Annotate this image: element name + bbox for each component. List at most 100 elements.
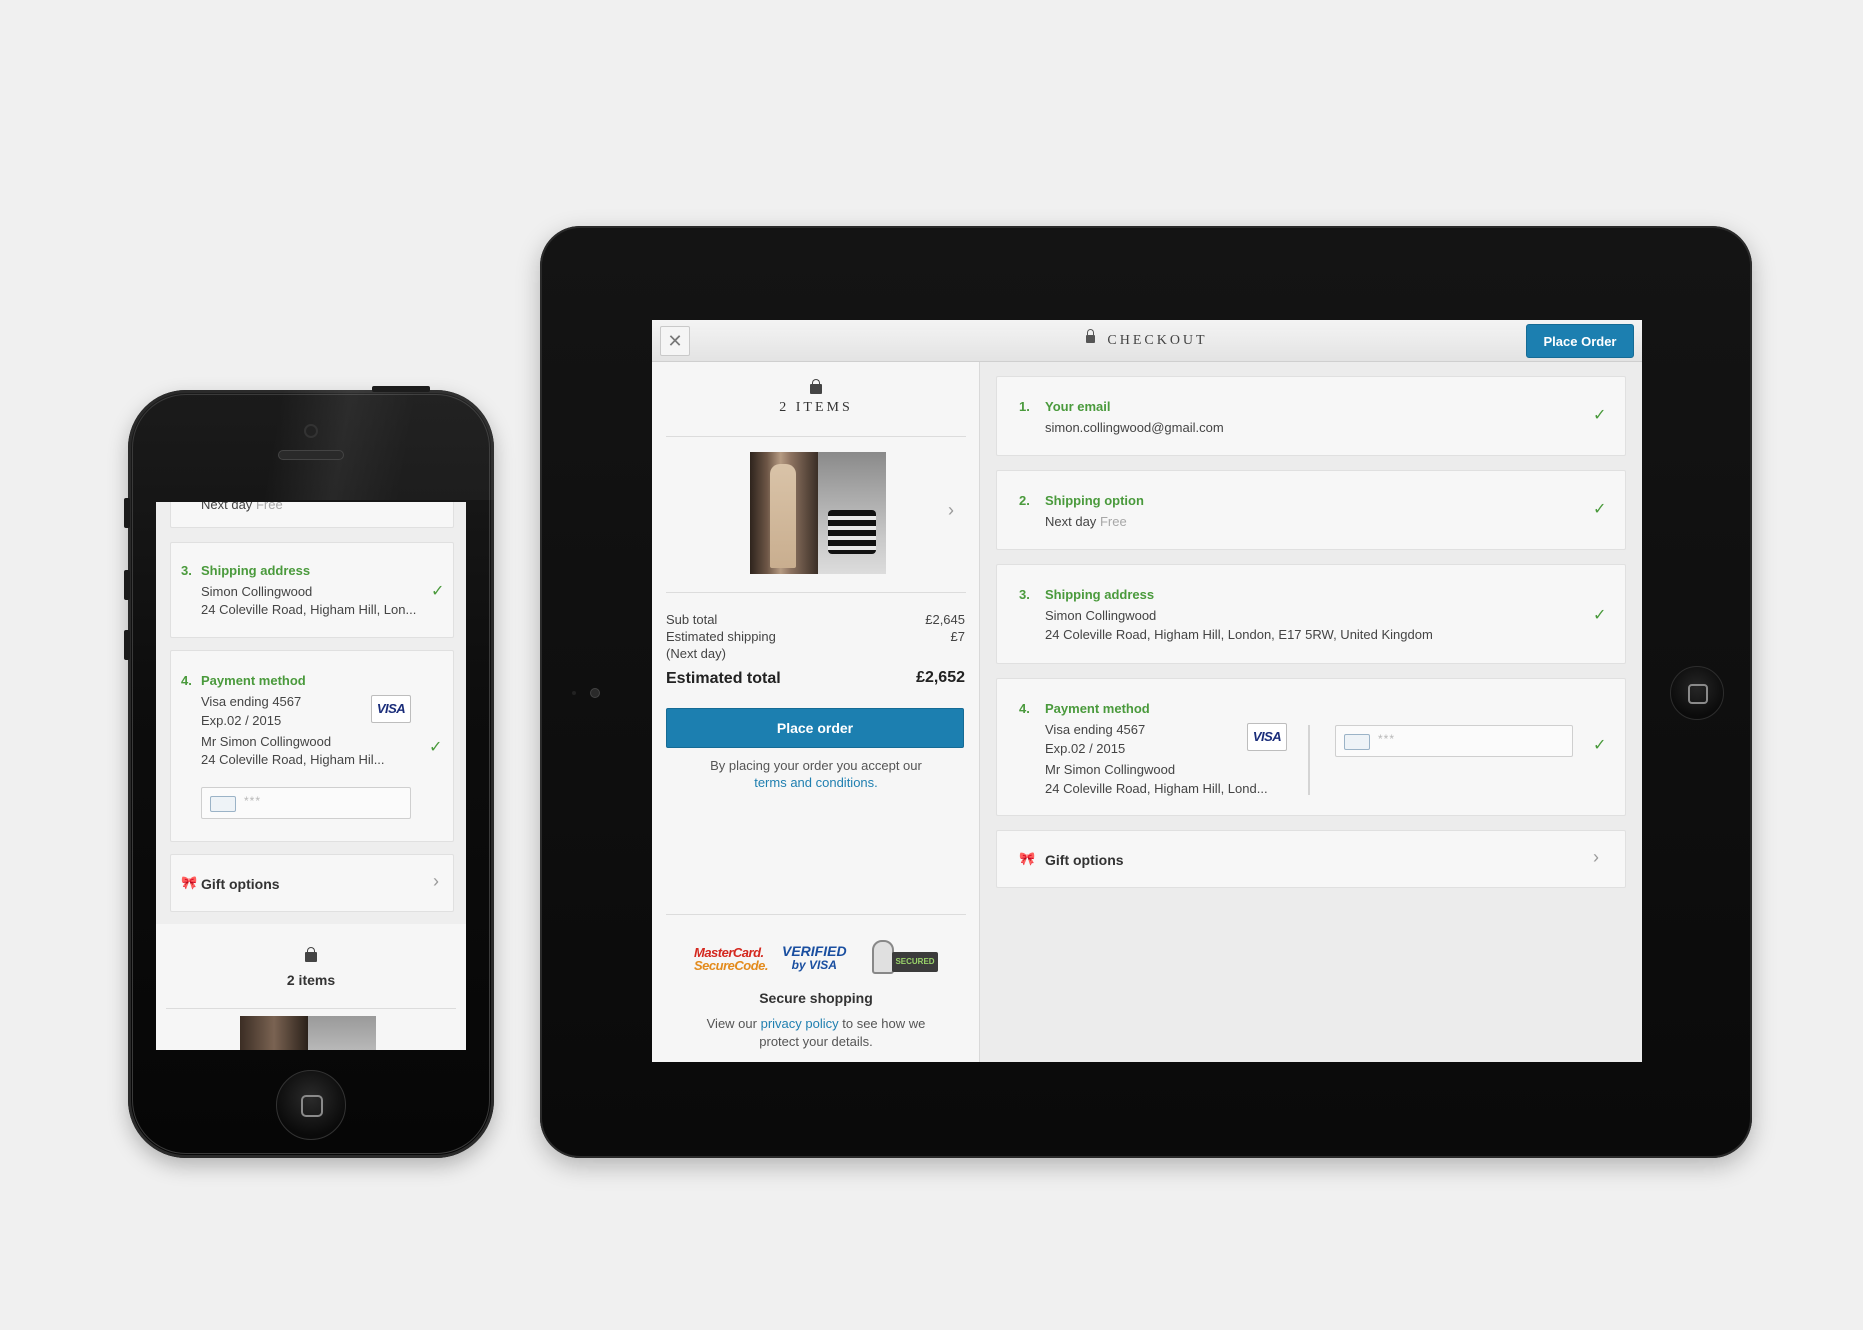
phone-volume-up <box>124 570 130 600</box>
product-image-coat[interactable] <box>750 452 818 574</box>
shipping-name: Simon Collingwood <box>1045 608 1157 623</box>
secure-shopping-title: Secure shopping <box>759 990 873 1006</box>
shipping-label: Estimated shipping <box>666 629 776 644</box>
step-number: 4. <box>181 673 192 688</box>
comodo-secured-logo: SECURED <box>870 938 940 976</box>
cvv-mask: *** <box>244 794 262 808</box>
padlock-icon <box>872 940 894 974</box>
phone-bag-summary: 2 items <box>156 924 466 1050</box>
phone-mute-switch <box>124 498 130 528</box>
privacy-suffix: to see how we <box>842 1016 926 1031</box>
check-icon: ✓ <box>1593 737 1607 754</box>
billing-address: 24 Coleville Road, Higham Hil... <box>201 752 385 767</box>
verified-by-visa-logo: VERIFIED by VISA <box>782 944 847 972</box>
gift-options-label: Gift options <box>201 876 280 892</box>
step-title: Payment method <box>201 673 306 688</box>
divider <box>1308 725 1310 795</box>
check-icon: ✓ <box>1593 407 1607 424</box>
phone-glare <box>128 390 494 500</box>
email-value: simon.collingwood@gmail.com <box>1045 420 1224 435</box>
shipping-value: £7 <box>950 629 965 644</box>
verified-text: VERIFIED <box>782 943 847 959</box>
card-icon <box>210 796 236 812</box>
terms-text: By placing your order you accept our <box>710 758 922 773</box>
step-title: Shipping option <box>1045 493 1144 508</box>
mastercard-securecode-logo: MasterCard. SecureCode. <box>694 946 768 972</box>
checkout-steps-panel: 1. Your email simon.collingwood@gmail.co… <box>980 362 1642 1062</box>
shipping-option-value: Next day <box>1045 514 1097 529</box>
billing-address: 24 Coleville Road, Higham Hill, Lond... <box>1045 781 1268 796</box>
card-ending: Visa ending 4567 <box>1045 722 1146 737</box>
check-icon: ✓ <box>1593 501 1607 518</box>
step-number: 3. <box>181 563 192 578</box>
home-square-icon <box>1688 684 1708 704</box>
step-title: Shipping address <box>201 563 311 578</box>
tablet-home-button[interactable] <box>1670 666 1724 720</box>
phone-next-day-text: Next day <box>201 502 253 512</box>
step-title: Shipping address <box>1045 587 1155 602</box>
gift-icon: 🎀 <box>181 875 198 890</box>
step-number: 1. <box>1019 399 1030 414</box>
step-title: Payment method <box>1045 701 1150 716</box>
cvv-mask: *** <box>1378 732 1396 746</box>
privacy-policy-link[interactable]: privacy policy <box>761 1016 839 1031</box>
tablet-sensor <box>572 691 576 695</box>
privacy-suffix-line2: protect your details. <box>759 1034 873 1049</box>
shipping-name: Simon Collingwood <box>201 584 313 599</box>
tablet-camera <box>590 688 600 698</box>
items-count: 2 items <box>286 972 336 988</box>
visa-logo: VISA <box>1247 723 1287 751</box>
gift-options-card[interactable]: 🎀 Gift options › <box>996 830 1626 888</box>
phone-camera <box>304 424 318 438</box>
shipping-address-text: 24 Coleville Road, Higham Hill, Lon... <box>201 602 417 617</box>
terms-link[interactable]: terms and conditions. <box>652 775 980 790</box>
phone-power-button <box>372 386 430 392</box>
chevron-right-icon: › <box>1593 847 1599 867</box>
phone-shipping-option-card[interactable]: Next day Free <box>170 502 454 528</box>
check-icon: ✓ <box>431 583 445 600</box>
phone-home-button[interactable] <box>276 1070 346 1140</box>
card-icon <box>1344 734 1370 750</box>
subtotal-label: Sub total <box>666 612 718 627</box>
securecode-text: SecureCode. <box>694 958 768 973</box>
phone-payment-method-card[interactable]: 4. Payment method Visa ending 4567 Exp.0… <box>170 650 454 842</box>
card-expiry: Exp.02 / 2015 <box>1045 741 1126 756</box>
phone-shipping-address-card[interactable]: 3. Shipping address Simon Collingwood 24… <box>170 542 454 638</box>
card-holder: Mr Simon Collingwood <box>201 734 332 749</box>
place-order-top-button[interactable]: Place Order <box>1526 324 1634 358</box>
step-number: 2. <box>1019 493 1030 508</box>
product-image-coat[interactable] <box>240 1016 308 1050</box>
shipping-address-step-card[interactable]: 3. Shipping address Simon Collingwood 24… <box>996 564 1626 664</box>
divider <box>666 436 966 437</box>
bag-figure <box>828 510 876 554</box>
shipping-option-step-card[interactable]: 2. Shipping option Next day Free ✓ <box>996 470 1626 550</box>
total-value: £2,652 <box>916 669 965 686</box>
phone-gift-options-card[interactable]: 🎀 Gift options › <box>170 854 454 912</box>
cvv-input[interactable]: *** <box>201 787 411 819</box>
phone-speaker <box>278 450 344 460</box>
secured-text: SECURED <box>892 952 938 972</box>
checkout-title-text: CHECKOUT <box>1107 333 1208 348</box>
order-summary-panel: 2 ITEMS › Sub total £2,645 Estimated shi… <box>652 362 980 1062</box>
lock-icon <box>1086 329 1096 343</box>
phone-free-text: Free <box>255 502 283 512</box>
divider <box>666 592 966 593</box>
check-icon: ✓ <box>1593 607 1607 624</box>
coat-figure <box>770 464 796 568</box>
privacy-line: View our privacy policy to see how we <box>652 1016 980 1031</box>
card-holder: Mr Simon Collingwood <box>1045 762 1176 777</box>
checkout-header: ✕ CHECKOUT Place Order <box>652 320 1642 362</box>
check-icon: ✓ <box>429 739 443 756</box>
product-image-bag[interactable] <box>308 1016 376 1050</box>
privacy-prefix: View our <box>706 1016 757 1031</box>
product-image-bag[interactable] <box>818 452 886 574</box>
step-number: 3. <box>1019 587 1030 602</box>
chevron-right-icon[interactable]: › <box>948 500 954 521</box>
payment-method-step-card[interactable]: 4. Payment method Visa ending 4567 Exp.0… <box>996 678 1626 816</box>
visa-logo: VISA <box>371 695 411 723</box>
cvv-input[interactable]: *** <box>1335 725 1573 757</box>
email-step-card[interactable]: 1. Your email simon.collingwood@gmail.co… <box>996 376 1626 456</box>
place-order-button[interactable]: Place order <box>666 708 964 748</box>
by-visa-text: by VISA <box>791 958 837 972</box>
subtotal-value: £2,645 <box>925 612 965 627</box>
